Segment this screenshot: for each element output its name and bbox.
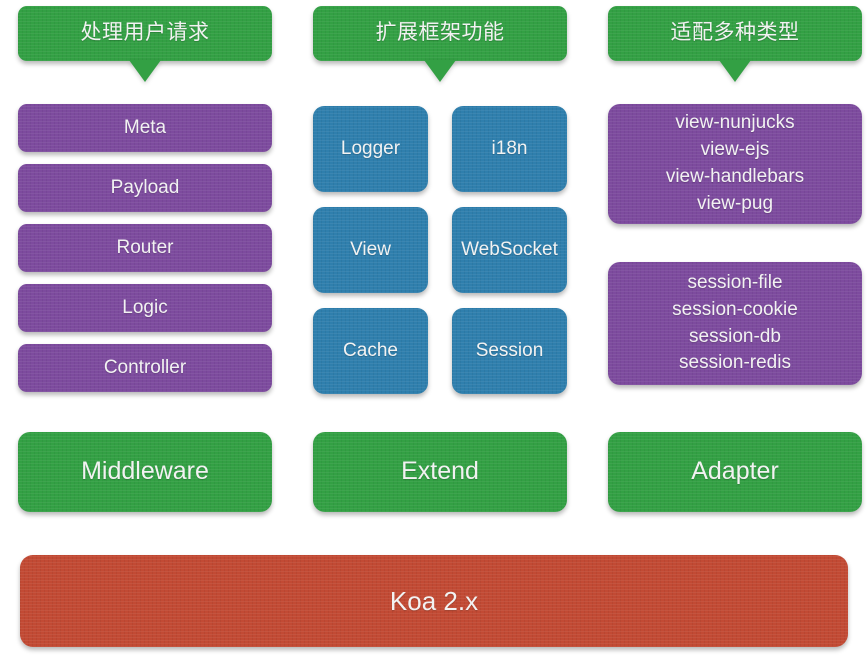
extend-tile-websocket: WebSocket bbox=[452, 207, 567, 293]
extend-tile-session: Session bbox=[452, 308, 567, 394]
callout-arrow-icon bbox=[129, 60, 161, 82]
middleware-item-router: Router bbox=[18, 224, 272, 272]
extend-tile-i18n: i18n bbox=[452, 106, 567, 192]
base-platform-label: Koa 2.x bbox=[389, 585, 479, 616]
adapter-item-label: view-pug bbox=[696, 192, 774, 214]
adapter-item-label: session-db bbox=[689, 325, 781, 347]
adapter-card-session: session-file session-cookie session-db s… bbox=[608, 262, 862, 385]
middleware-item-meta: Meta bbox=[18, 104, 272, 152]
middleware-item-label: Router bbox=[116, 237, 174, 259]
extend-tile-label: i18n bbox=[491, 138, 528, 160]
layer-label-text: Middleware bbox=[81, 457, 209, 486]
extend-tile-label: WebSocket bbox=[461, 239, 558, 261]
middleware-item-payload: Payload bbox=[18, 164, 272, 212]
extend-tile-label: Cache bbox=[343, 340, 398, 362]
layer-label-extend: Extend bbox=[313, 432, 567, 512]
base-platform-bar: Koa 2.x bbox=[20, 555, 848, 647]
architecture-diagram: 处理用户请求 扩展框架功能 适配多种类型 Meta Payload Router… bbox=[0, 0, 868, 661]
extend-tile-logger: Logger bbox=[313, 106, 428, 192]
layer-label-adapter: Adapter bbox=[608, 432, 862, 512]
adapter-item-label: session-redis bbox=[679, 352, 791, 374]
extend-tile-label: View bbox=[350, 239, 391, 261]
callout-arrow-icon bbox=[424, 60, 456, 82]
middleware-item-label: Logic bbox=[122, 297, 168, 319]
adapter-item-label: view-ejs bbox=[700, 139, 770, 161]
extend-tile-view: View bbox=[313, 207, 428, 293]
middleware-item-label: Meta bbox=[123, 117, 167, 139]
callout-extend-label: 扩展框架功能 bbox=[375, 21, 505, 45]
adapter-item-label: view-nunjucks bbox=[675, 112, 795, 134]
adapter-item-label: session-file bbox=[687, 271, 783, 293]
layer-label-text: Extend bbox=[401, 457, 479, 486]
adapter-item-label: session-cookie bbox=[672, 298, 798, 320]
middleware-item-logic: Logic bbox=[18, 284, 272, 332]
callout-middleware-label: 处理用户请求 bbox=[80, 21, 210, 45]
callout-adapter: 适配多种类型 bbox=[608, 6, 862, 82]
extend-tile-label: Session bbox=[475, 340, 544, 362]
extend-tile-cache: Cache bbox=[313, 308, 428, 394]
adapter-card-session-items: session-file session-cookie session-db s… bbox=[672, 270, 798, 378]
callout-middleware: 处理用户请求 bbox=[18, 6, 272, 82]
middleware-item-label: Controller bbox=[103, 357, 187, 379]
callout-arrow-icon bbox=[719, 60, 751, 82]
layer-label-text: Adapter bbox=[691, 457, 779, 486]
extend-tile-label: Logger bbox=[340, 138, 401, 160]
middleware-item-controller: Controller bbox=[18, 344, 272, 392]
layer-label-middleware: Middleware bbox=[18, 432, 272, 512]
adapter-card-view: view-nunjucks view-ejs view-handlebars v… bbox=[608, 104, 862, 224]
adapter-card-view-items: view-nunjucks view-ejs view-handlebars v… bbox=[666, 110, 804, 218]
callout-adapter-label: 适配多种类型 bbox=[670, 21, 800, 45]
middleware-item-label: Payload bbox=[110, 177, 180, 199]
adapter-item-label: view-handlebars bbox=[665, 166, 805, 187]
callout-extend: 扩展框架功能 bbox=[313, 6, 567, 82]
